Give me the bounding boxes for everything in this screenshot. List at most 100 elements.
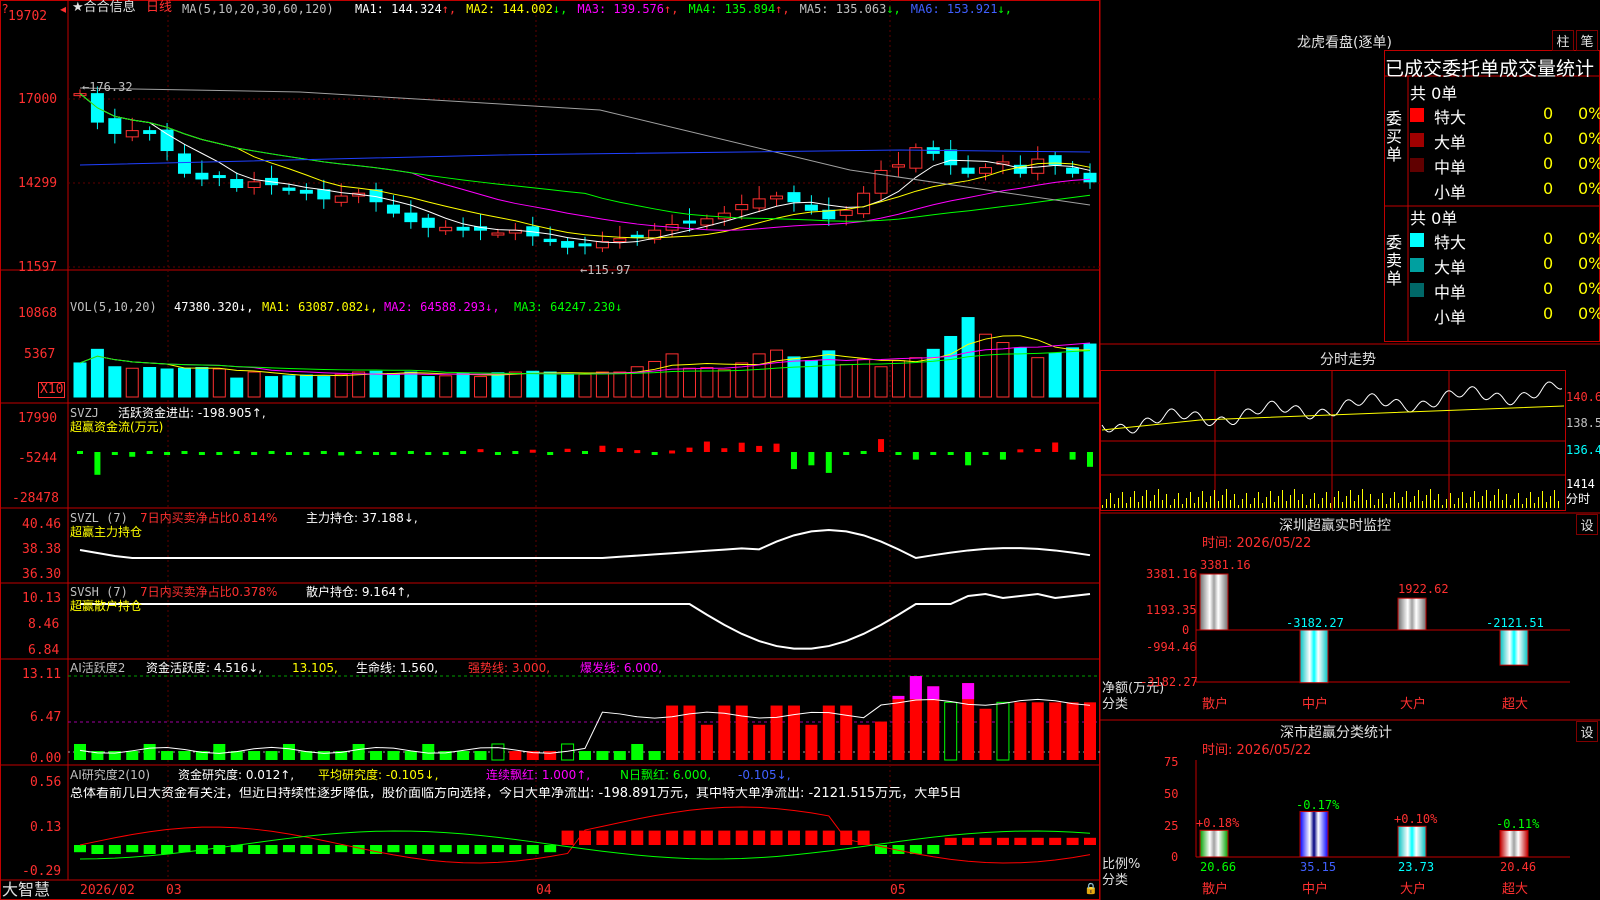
ss-value-label: 20.46 bbox=[1500, 860, 1537, 874]
fundflow-bar bbox=[756, 445, 763, 452]
candle-body bbox=[195, 172, 209, 180]
sell-row: 小单 0 0% bbox=[1408, 304, 1600, 327]
collapse-arrow-icon[interactable]: ◂ bbox=[60, 2, 66, 16]
volume-bar bbox=[230, 377, 244, 398]
ma-value-6: MA6: 153.921↓, bbox=[910, 2, 1012, 16]
intraday-vol-bar bbox=[1166, 494, 1167, 508]
candle-body bbox=[787, 192, 801, 203]
candle-body bbox=[125, 130, 139, 138]
tick-mode-button[interactable]: 笔 bbox=[1576, 30, 1598, 51]
intraday-vol-bar bbox=[1318, 504, 1319, 508]
fundflow-bar bbox=[181, 451, 188, 454]
vol-y-tick-1: 10868 bbox=[18, 306, 58, 321]
ma-value-1: MA1: 144.324↑, bbox=[355, 2, 457, 16]
sell-pct: 0% bbox=[1578, 229, 1600, 248]
research-bar bbox=[927, 845, 940, 854]
fundflow-bar bbox=[965, 452, 972, 466]
stock-name[interactable]: ★合合信息 bbox=[72, 1, 136, 15]
activity-bar bbox=[700, 724, 713, 760]
lock-icon[interactable]: 🔒 bbox=[1084, 882, 1098, 896]
volume-bar bbox=[996, 342, 1010, 398]
volume-bar bbox=[857, 358, 871, 398]
intraday-vol-bar bbox=[1230, 500, 1231, 508]
vol-unit: X10 bbox=[38, 382, 66, 398]
volume-bar bbox=[665, 353, 679, 398]
intraday-vol-bar bbox=[1122, 492, 1123, 508]
activity-bar bbox=[1049, 702, 1062, 760]
research-bar bbox=[457, 845, 470, 854]
volume-bar bbox=[108, 366, 122, 398]
volume-bar bbox=[578, 373, 592, 398]
buy-name: 特大 bbox=[1434, 108, 1467, 127]
ma-value-4: MA4: 135.894↑, bbox=[688, 2, 790, 16]
buy-name: 中单 bbox=[1434, 158, 1467, 177]
intraday-vol-bar bbox=[1426, 495, 1427, 508]
volume-bar bbox=[73, 362, 87, 398]
research-bar bbox=[474, 845, 487, 854]
volume-bar bbox=[386, 373, 400, 398]
fundflow-bar bbox=[634, 450, 641, 454]
research-bar bbox=[666, 830, 679, 845]
volume-bar bbox=[648, 360, 662, 398]
ss-settings-button[interactable]: 设 bbox=[1576, 721, 1598, 742]
fundflow-bar bbox=[790, 452, 797, 470]
candle-body bbox=[1066, 167, 1080, 174]
research-bar bbox=[1084, 837, 1096, 845]
buy-row: 特大 0 0% bbox=[1408, 104, 1600, 127]
ss-y-tick: 0 bbox=[1171, 850, 1179, 864]
ai1-lifeline: 生命线: 1.560, bbox=[356, 661, 439, 675]
candle-body bbox=[700, 218, 714, 226]
main-y-tick-2: 17000 bbox=[18, 92, 58, 107]
intraday-vol-bar bbox=[1114, 504, 1115, 508]
longhu-title: 龙虎看盘(逐单) bbox=[1297, 35, 1392, 51]
activity-bar bbox=[161, 751, 174, 760]
activity-bar bbox=[892, 695, 905, 760]
activity-bar bbox=[770, 705, 783, 760]
main-holding-line bbox=[79, 528, 1091, 560]
period-label[interactable]: 日线 bbox=[146, 1, 172, 15]
activity-bar bbox=[735, 705, 748, 760]
intraday-vol-bar bbox=[1362, 489, 1363, 508]
intraday-vol-bar bbox=[1482, 496, 1483, 508]
candle-body bbox=[717, 212, 731, 220]
intraday-vol-bar bbox=[1314, 493, 1315, 508]
fundflow-bar bbox=[1034, 448, 1041, 452]
activity-bar bbox=[352, 743, 365, 760]
sell-pct: 0% bbox=[1578, 304, 1600, 323]
ai2-red-cont: 连续飘红: 1.000↑, bbox=[486, 768, 591, 782]
volume-bar bbox=[891, 360, 905, 398]
fenshi-vol-tick: 1414 bbox=[1566, 477, 1595, 491]
volume-bar bbox=[944, 335, 958, 398]
intraday-vol-bar bbox=[1222, 495, 1223, 508]
research-bar bbox=[143, 845, 156, 854]
intraday-vol-bar bbox=[1486, 490, 1487, 508]
volume-bar bbox=[822, 350, 836, 398]
volume-bar bbox=[979, 333, 993, 398]
research-bar bbox=[213, 845, 226, 854]
intraday-vol-bar bbox=[1542, 491, 1543, 508]
research-bar bbox=[683, 830, 696, 845]
candle-body bbox=[299, 189, 313, 194]
activity-bar bbox=[875, 721, 888, 760]
volume-bar bbox=[317, 376, 331, 398]
intraday-vol-bar bbox=[1438, 494, 1439, 508]
sz-axis-label2: 分类 bbox=[1102, 697, 1129, 712]
fundflow-bar bbox=[999, 452, 1006, 460]
date-label-1: 2026/02 bbox=[80, 883, 135, 898]
ma-arrow-icon: ↓, bbox=[997, 2, 1012, 16]
candle-body bbox=[317, 189, 331, 200]
activity-bar-top bbox=[962, 683, 975, 700]
fundflow-bar bbox=[878, 439, 885, 452]
ai2-y-tick-1: 0.56 bbox=[30, 775, 62, 790]
sz-settings-button[interactable]: 设 bbox=[1576, 514, 1598, 535]
sz-y-tick: 3381.16 bbox=[1146, 567, 1197, 581]
intraday-vol-bar bbox=[1382, 493, 1383, 508]
research-bar bbox=[944, 837, 957, 845]
bar-mode-button[interactable]: 柱 bbox=[1552, 30, 1574, 51]
fundflow-bar bbox=[285, 452, 292, 455]
candle-body bbox=[561, 241, 575, 248]
intraday-avg-line bbox=[1101, 405, 1565, 431]
intraday-vol-bar bbox=[1374, 505, 1375, 508]
fundflow-bar bbox=[930, 452, 937, 455]
candle-body bbox=[630, 234, 644, 238]
